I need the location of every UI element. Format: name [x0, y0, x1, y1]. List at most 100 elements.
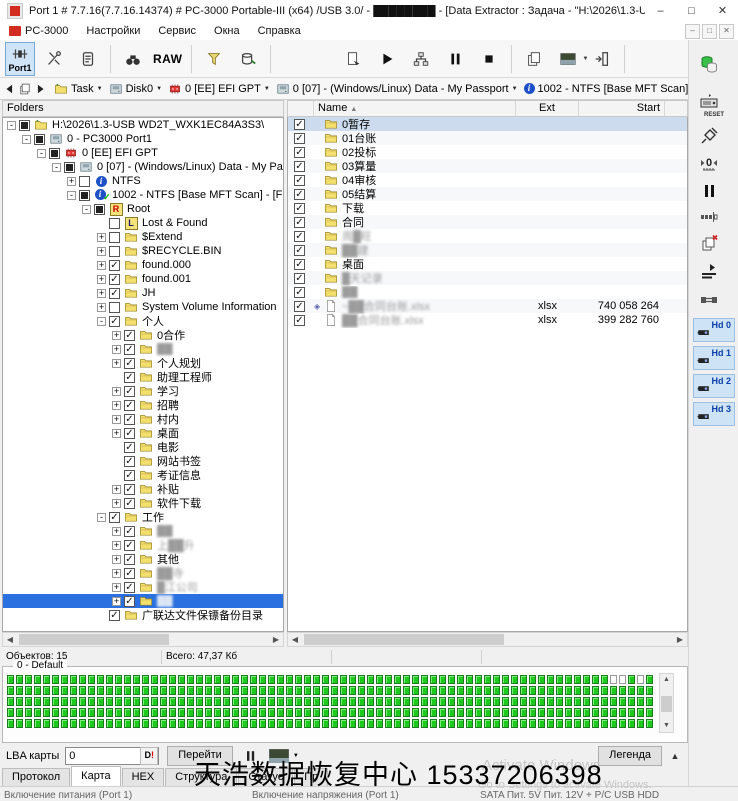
map-block[interactable] — [340, 719, 347, 728]
map-block[interactable] — [79, 675, 86, 684]
map-block[interactable] — [529, 686, 536, 695]
map-block[interactable] — [196, 708, 203, 717]
mdi-close-button[interactable]: ✕ — [719, 24, 734, 39]
map-block[interactable] — [376, 708, 383, 717]
menu-settings[interactable]: Настройки — [77, 22, 149, 40]
dec-toggle-button[interactable]: D! — [140, 747, 158, 765]
map-block[interactable] — [538, 697, 545, 706]
file-checkbox[interactable]: ✓ — [294, 273, 305, 284]
file-row[interactable]: ✓桌面 — [288, 257, 687, 271]
map-block[interactable] — [232, 675, 239, 684]
tree-item[interactable]: +✓招聘 — [3, 398, 283, 412]
map-block[interactable] — [358, 675, 365, 684]
map-block[interactable] — [331, 697, 338, 706]
map-block[interactable] — [169, 719, 176, 728]
map-block[interactable] — [160, 697, 167, 706]
breadcrumb-segment-2[interactable]: 0 [EE] EFI GPT▼ — [168, 82, 270, 96]
drive-database-button[interactable] — [699, 54, 729, 74]
map-block[interactable] — [412, 675, 419, 684]
map-block[interactable] — [169, 675, 176, 684]
map-block[interactable] — [241, 697, 248, 706]
minimize-button[interactable]: – — [645, 0, 676, 22]
map-block[interactable] — [565, 686, 572, 695]
tree-item[interactable]: LLost & Found — [3, 216, 283, 230]
map-block[interactable] — [295, 719, 302, 728]
map-block[interactable] — [430, 697, 437, 706]
map-block[interactable] — [385, 697, 392, 706]
hd1-button[interactable]: Hd 1 — [693, 346, 735, 370]
tree-checkbox[interactable]: ✓ — [124, 596, 135, 607]
file-row[interactable]: ✓◈~██合同台账.xlsxxlsx740 058 264 — [288, 299, 687, 313]
tree-expander[interactable]: + — [112, 401, 121, 410]
tree-expander[interactable]: - — [22, 135, 31, 144]
map-block[interactable] — [79, 697, 86, 706]
tree-expander[interactable]: + — [97, 275, 106, 284]
map-vscroll-thumb[interactable] — [661, 696, 672, 712]
tree-item[interactable]: -✓个人 — [3, 314, 283, 328]
open-task-button[interactable] — [338, 42, 368, 76]
map-block[interactable] — [223, 675, 230, 684]
menu-pc3000[interactable]: PC-3000 — [0, 22, 77, 40]
tree-checkbox[interactable]: ✓ — [124, 498, 135, 509]
map-vscrollbar[interactable]: ▲ ▼ — [659, 673, 674, 733]
map-block[interactable] — [502, 708, 509, 717]
maximize-button[interactable]: □ — [676, 0, 707, 22]
map-block[interactable] — [187, 697, 194, 706]
tree-item[interactable]: ✓网站书签 — [3, 454, 283, 468]
map-block[interactable] — [151, 675, 158, 684]
map-block[interactable] — [349, 686, 356, 695]
map-block[interactable] — [70, 708, 77, 717]
map-block[interactable] — [187, 675, 194, 684]
map-block[interactable] — [367, 708, 374, 717]
map-block[interactable] — [259, 719, 266, 728]
map-block[interactable] — [592, 686, 599, 695]
tree-checkbox[interactable]: ✓ — [109, 260, 120, 271]
map-block[interactable] — [250, 675, 257, 684]
map-block[interactable] — [142, 697, 149, 706]
map-block[interactable] — [223, 719, 230, 728]
map-block[interactable] — [133, 719, 140, 728]
history-button[interactable] — [18, 80, 32, 98]
folders-hscroll-thumb[interactable] — [19, 634, 169, 645]
tree-checkbox[interactable]: ✓ — [109, 288, 120, 299]
map-block[interactable] — [340, 686, 347, 695]
map-block[interactable] — [376, 697, 383, 706]
tree-checkbox[interactable] — [109, 246, 120, 257]
map-block[interactable] — [43, 697, 50, 706]
map-block[interactable] — [286, 708, 293, 717]
tree-item[interactable]: ✓广联达文件保镖备份目录 — [3, 608, 283, 622]
map-block[interactable] — [322, 686, 329, 695]
map-block[interactable] — [439, 708, 446, 717]
map-block[interactable] — [538, 675, 545, 684]
map-block[interactable] — [196, 719, 203, 728]
tree-item[interactable]: +✓桌面 — [3, 426, 283, 440]
map-block[interactable] — [529, 697, 536, 706]
breadcrumb-segment-4[interactable]: i1002 - NTFS [Base MFT Scan] — [524, 83, 689, 95]
file-checkbox[interactable]: ✓ — [294, 189, 305, 200]
map-block[interactable] — [178, 719, 185, 728]
tree-expander[interactable]: + — [97, 233, 106, 242]
map-block[interactable] — [583, 675, 590, 684]
map-block[interactable] — [394, 708, 401, 717]
map-block[interactable] — [421, 675, 428, 684]
menu-help[interactable]: Справка — [249, 22, 310, 40]
map-block[interactable] — [412, 719, 419, 728]
map-block[interactable] — [376, 686, 383, 695]
column-start[interactable]: Start — [579, 101, 665, 116]
map-block[interactable] — [385, 708, 392, 717]
map-block[interactable] — [385, 686, 392, 695]
map-block[interactable] — [331, 675, 338, 684]
file-checkbox[interactable]: ✓ — [294, 161, 305, 172]
map-block[interactable] — [493, 686, 500, 695]
map-block[interactable] — [601, 719, 608, 728]
column-checkbox[interactable] — [288, 101, 314, 116]
tree-item[interactable]: +✓其他 — [3, 552, 283, 566]
file-checkbox[interactable]: ✓ — [294, 203, 305, 214]
tree-item[interactable]: +✓JH — [3, 286, 283, 300]
file-row[interactable]: ✓下载 — [288, 201, 687, 215]
tree-item[interactable]: +✓学习 — [3, 384, 283, 398]
map-block[interactable] — [538, 719, 545, 728]
map-block[interactable] — [574, 719, 581, 728]
map-block[interactable] — [376, 719, 383, 728]
map-block[interactable] — [340, 708, 347, 717]
